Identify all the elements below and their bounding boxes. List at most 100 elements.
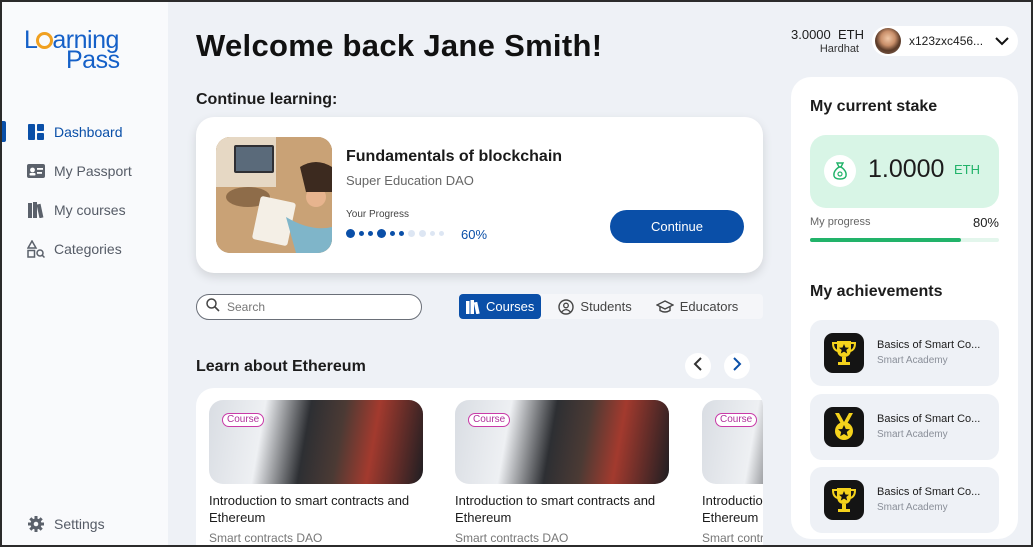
achievement-provider: Smart Academy <box>877 355 948 366</box>
tab-label: Students <box>580 299 632 314</box>
sidebar-item-label: Categories <box>54 240 122 257</box>
sidebar-item-my-courses[interactable]: My courses <box>2 190 168 229</box>
sidebar-item-categories[interactable]: Categories <box>2 229 168 268</box>
search-icon <box>206 297 220 317</box>
course-image: Course <box>455 400 669 484</box>
progress-value: 60% <box>461 227 488 242</box>
progress-dot <box>430 231 435 236</box>
achievement-title: Basics of Smart Co... <box>877 413 981 425</box>
page-title: Welcome back Jane Smith! <box>196 28 603 63</box>
stake-progress-label: My progress <box>810 216 871 228</box>
course-card-title: Introduction to smart contracts and Ethe… <box>209 493 410 525</box>
stake-unit: ETH <box>954 162 980 177</box>
learn-section-title: Learn about Ethereum <box>196 358 366 375</box>
network-name: Hardhat <box>819 43 859 55</box>
course-tag: Course <box>222 413 265 427</box>
learning-pass-logo[interactable]: Larning Pass <box>24 26 124 74</box>
course-card-provider: Smart contracts DAO <box>209 531 323 545</box>
stake-value: 1.0000 <box>868 155 945 183</box>
carousel-prev-button[interactable] <box>685 353 711 379</box>
medal-icon <box>824 407 864 447</box>
course-tag: Course <box>468 413 511 427</box>
sidebar-item-label: My Passport <box>54 162 132 179</box>
tab-students[interactable]: Students <box>551 294 638 319</box>
search-input[interactable] <box>227 300 407 314</box>
progress-dot <box>368 231 373 236</box>
stake-progress-row: My progress 80% <box>810 215 999 230</box>
courses-carousel: Course Introduction to smart contracts a… <box>196 388 763 545</box>
course-card-title: Introduction to smart contracts and Ethe… <box>455 493 656 525</box>
course-card-title: Introduction to smart contracts and Ethe… <box>702 493 763 525</box>
continue-button[interactable]: Continue <box>610 210 744 243</box>
categories-icon <box>27 239 45 258</box>
achievements-title: My achievements <box>810 283 943 300</box>
course-image: Course <box>702 400 763 484</box>
stake-progress-fill <box>810 238 962 242</box>
books-icon <box>27 201 45 219</box>
stats-panel: My current stake 1.0000 ETH My progress … <box>791 77 1018 539</box>
course-tag: Course <box>715 413 758 427</box>
account-bar: 3.0000 ETH Hardhat x123zxc456... <box>791 26 1018 58</box>
progress-label: Your Progress <box>346 209 409 220</box>
course-card-provider: Smart contracts DAO <box>455 531 569 545</box>
achievement-provider: Smart Academy <box>877 429 948 440</box>
continue-learning-card: Fundamentals of blockchain Super Educati… <box>196 117 763 273</box>
dashboard-icon <box>27 123 45 141</box>
course-card-provider: Smart contracts DAO <box>702 531 763 545</box>
achievement-title: Basics of Smart Co... <box>877 486 981 498</box>
sidebar: Larning Pass Dashboard My Passport My co… <box>2 2 168 545</box>
chevron-left-icon <box>693 356 703 376</box>
avatar <box>875 28 901 54</box>
progress-dot <box>346 229 355 238</box>
settings-label: Settings <box>54 516 105 532</box>
category-tabs: Courses Students Educators <box>459 294 763 319</box>
achievement-item[interactable]: Basics of Smart Co... Smart Academy <box>810 320 999 386</box>
sidebar-item-settings[interactable]: Settings <box>27 515 105 533</box>
achievement-item[interactable]: Basics of Smart Co... Smart Academy <box>810 467 999 533</box>
tab-educators[interactable]: Educators <box>649 294 746 319</box>
sidebar-item-dashboard[interactable]: Dashboard <box>2 112 168 151</box>
achievement-item[interactable]: Basics of Smart Co... Smart Academy <box>810 394 999 460</box>
tab-label: Educators <box>679 299 739 314</box>
carousel-next-button[interactable] <box>724 353 750 379</box>
trophy-icon <box>824 333 864 373</box>
account-dropdown[interactable]: x123zxc456... <box>872 26 1018 56</box>
sidebar-nav: Dashboard My Passport My courses Categor… <box>2 112 168 268</box>
stake-card: 1.0000 ETH <box>810 135 999 208</box>
course-card[interactable]: Course Introduction to smart contracts a… <box>209 400 423 545</box>
course-thumbnail <box>216 137 332 253</box>
wallet-balance: 3.0000 ETH Hardhat <box>791 28 864 56</box>
progress-dot <box>408 230 415 237</box>
money-bag-icon <box>824 155 856 187</box>
chevron-right-icon <box>732 356 742 376</box>
stake-title: My current stake <box>810 98 938 115</box>
search-box[interactable] <box>196 294 422 320</box>
sidebar-item-label: Dashboard <box>54 123 123 140</box>
achievement-title: Basics of Smart Co... <box>877 339 981 351</box>
stake-progress-bar <box>810 238 999 242</box>
progress-dot <box>439 231 444 236</box>
app-window: Larning Pass Dashboard My Passport My co… <box>0 0 1033 547</box>
progress-dot <box>399 231 404 236</box>
trophy-icon <box>824 480 864 520</box>
passport-icon <box>27 162 45 180</box>
course-image: Course <box>209 400 423 484</box>
progress-dot <box>377 229 386 238</box>
tab-courses[interactable]: Courses <box>459 294 542 319</box>
course-card[interactable]: Course Introduction to smart contracts a… <box>702 400 763 545</box>
tab-label: Courses <box>486 299 535 314</box>
wallet-address: x123zxc456... <box>909 34 984 48</box>
continue-learning-title: Continue learning: <box>196 91 338 108</box>
logo-text-pass: Pass <box>66 46 120 74</box>
courses-icon <box>466 299 480 314</box>
course-title[interactable]: Fundamentals of blockchain <box>346 148 562 166</box>
course-card[interactable]: Course Introduction to smart contracts a… <box>455 400 669 545</box>
sidebar-item-label: My courses <box>54 201 126 218</box>
sidebar-item-passport[interactable]: My Passport <box>2 151 168 190</box>
educators-icon <box>655 299 674 314</box>
stake-progress-value: 80% <box>972 215 999 230</box>
students-icon <box>558 298 575 315</box>
achievement-provider: Smart Academy <box>877 502 948 513</box>
progress-dots <box>346 229 448 238</box>
progress-dot <box>359 231 364 236</box>
